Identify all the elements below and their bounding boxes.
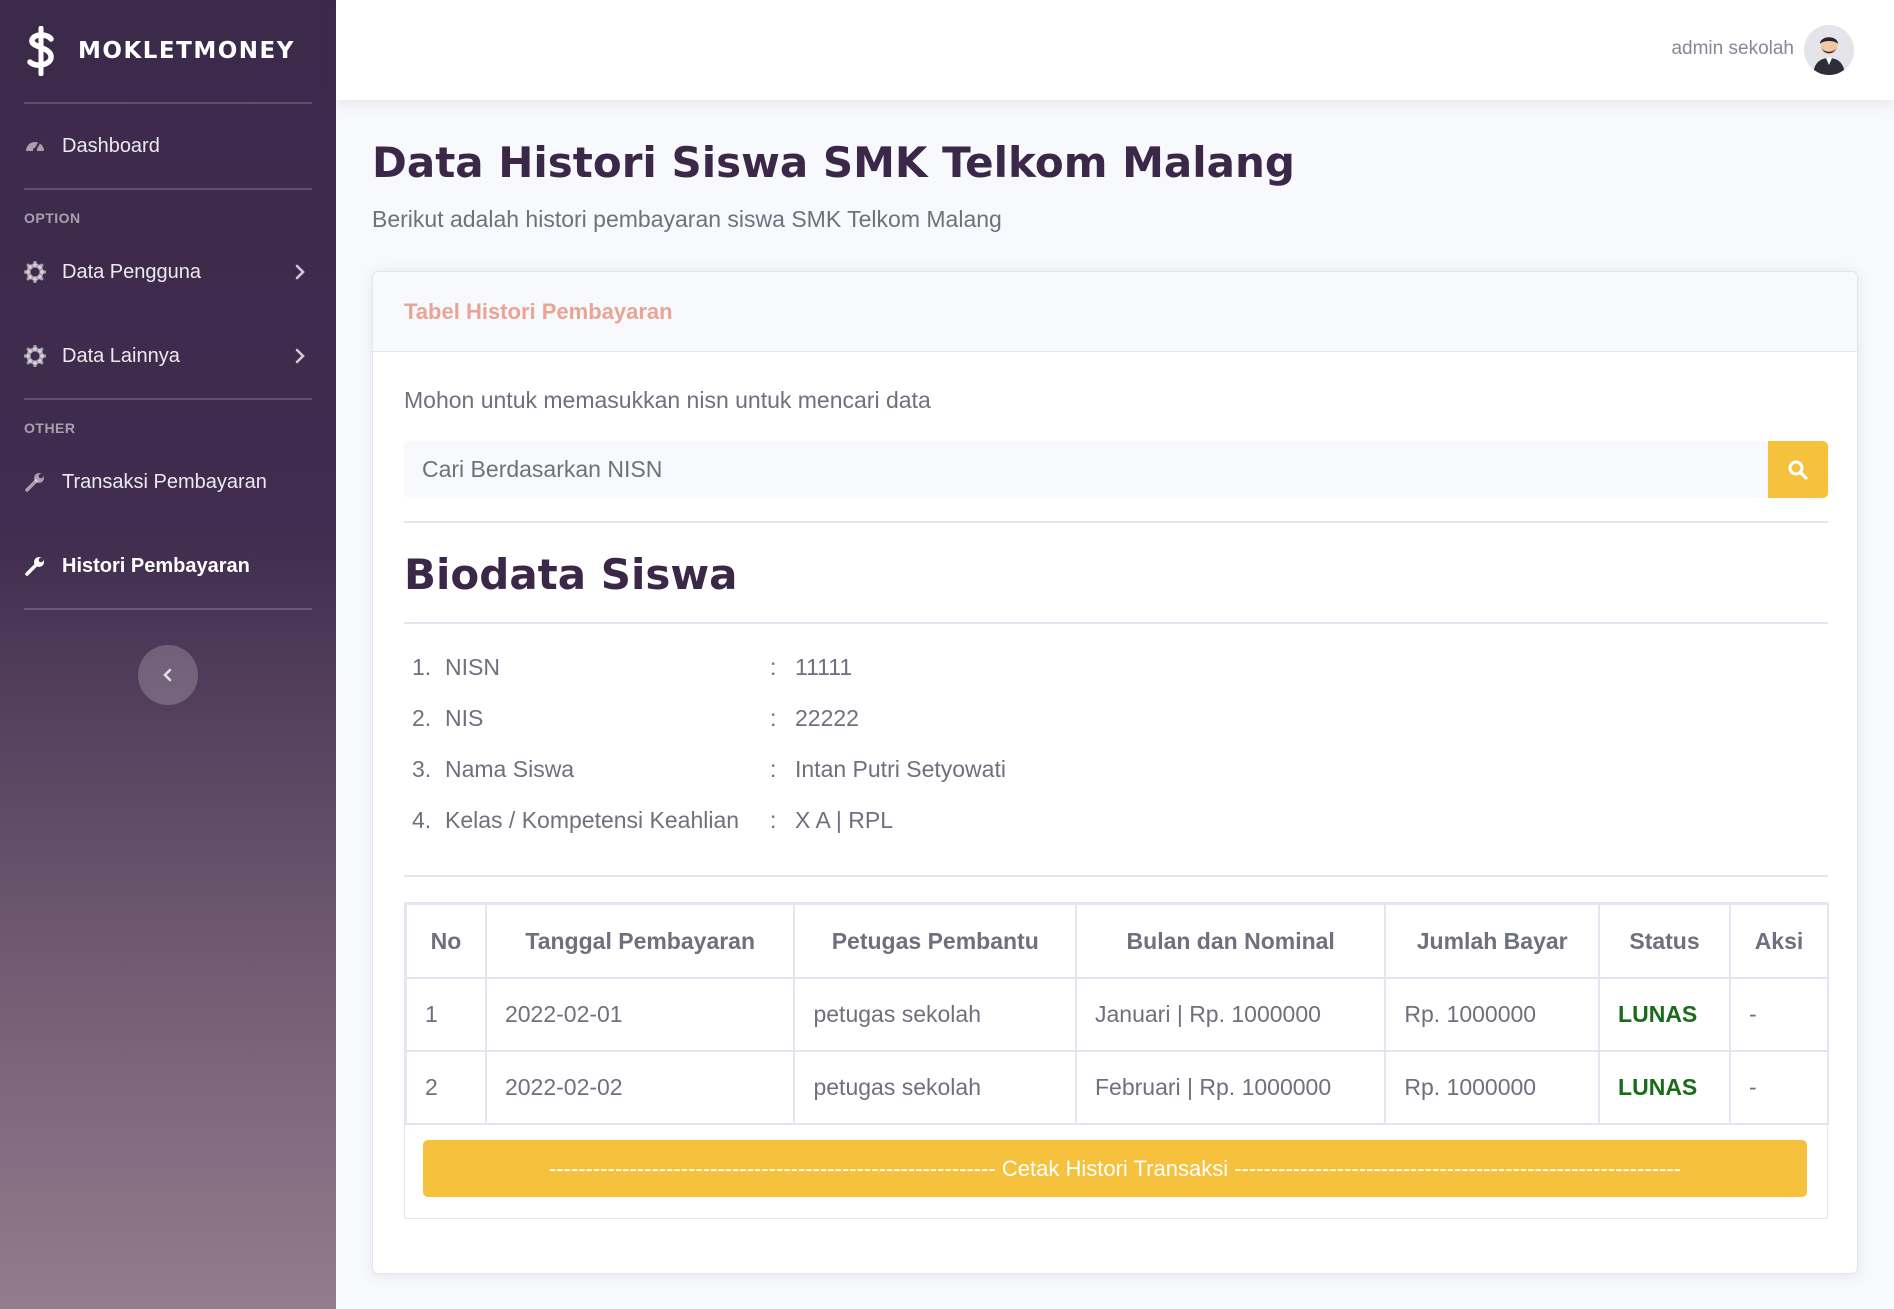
search-hint: Mohon untuk memasukkan nisn untuk mencar… — [404, 387, 931, 413]
biodata-value: Intan Putri Setyowati — [795, 756, 1006, 782]
sidebar-heading-other: OTHER — [24, 420, 76, 436]
cell-bulan-nominal: Februari | Rp. 1000000 — [1074, 1050, 1387, 1125]
biodata-value: 22222 — [795, 705, 859, 731]
cell-aksi: - — [1728, 1050, 1830, 1125]
biodata-label: Nama Siswa — [445, 756, 575, 782]
cog-icon — [24, 345, 46, 367]
column-header-tanggal: Tanggal Pembayaran — [484, 903, 796, 979]
chevron-left-icon — [163, 668, 172, 682]
divider — [404, 875, 1828, 877]
cell-tanggal: 2022-02-02 — [484, 1050, 796, 1125]
column-header-bulan: Bulan dan Nominal — [1074, 903, 1387, 979]
page-subtitle: Berikut adalah histori pembayaran siswa … — [372, 206, 1002, 232]
sidebar-item-data-lainnya[interactable]: Data Lainnya — [0, 314, 336, 398]
sidebar-item-transaksi-pembayaran[interactable]: Transaksi Pembayaran — [0, 440, 336, 524]
search-icon — [1788, 460, 1808, 480]
biodata-value: X A | RPL — [795, 807, 894, 833]
search-bar — [404, 441, 1828, 498]
section-title: Biodata Siswa — [404, 550, 738, 599]
cell-aksi: - — [1728, 977, 1830, 1052]
cell-no: 1 — [405, 977, 487, 1052]
wrench-icon — [25, 473, 44, 492]
chevron-right-icon — [295, 348, 305, 364]
divider — [404, 521, 1828, 523]
table-row: 2 2022-02-02 petugas sekolah Februari | … — [405, 1050, 1830, 1125]
tachometer-icon — [26, 141, 44, 152]
sidebar-item-dashboard[interactable]: Dashboard — [0, 104, 336, 188]
column-header-no: No — [405, 903, 487, 979]
divider — [404, 622, 1828, 624]
status-badge: LUNAS — [1598, 1050, 1731, 1125]
cog-icon — [24, 261, 46, 283]
biodata-number: 1. — [412, 654, 432, 680]
page-title: Data Histori Siswa SMK Telkom Malang — [372, 138, 1295, 187]
table-row: 1 2022-02-01 petugas sekolah Januari | R… — [405, 977, 1830, 1052]
topbar: admin sekolah — [336, 0, 1894, 100]
biodata-value: 11111 — [795, 654, 853, 680]
biodata-colon: : — [770, 654, 777, 680]
column-header-aksi: Aksi — [1728, 903, 1830, 979]
biodata-colon: : — [770, 756, 777, 782]
cell-bulan-nominal: Januari | Rp. 1000000 — [1074, 977, 1387, 1052]
chevron-right-icon — [295, 264, 305, 280]
column-header-petugas: Petugas Pembantu — [793, 903, 1077, 979]
sidebar-item-label: Data Lainnya — [62, 344, 180, 367]
sidebar-item-data-pengguna[interactable]: Data Pengguna — [0, 230, 336, 314]
sidebar-item-label: Transaksi Pembayaran — [62, 470, 267, 493]
history-card: Tabel Histori Pembayaran Mohon untuk mem… — [372, 271, 1858, 1274]
cell-jumlah: Rp. 1000000 — [1384, 1050, 1601, 1125]
biodata-row: 2. NIS : 22222 — [412, 705, 1212, 756]
biodata-list: 1. NISN : 11111 2. NIS : 22222 3. Nama S… — [412, 654, 1212, 858]
column-header-status: Status — [1598, 903, 1731, 979]
sidebar-item-histori-pembayaran[interactable]: Histori Pembayaran — [0, 524, 336, 608]
cell-jumlah: Rp. 1000000 — [1384, 977, 1601, 1052]
user-avatar-icon — [1804, 25, 1854, 75]
cell-petugas: petugas sekolah — [793, 1050, 1077, 1125]
biodata-row: 3. Nama Siswa : Intan Putri Setyowati — [412, 756, 1212, 807]
sidebar-divider — [24, 608, 312, 610]
sidebar-heading-option: OPTION — [24, 210, 81, 226]
sidebar-item-label: Histori Pembayaran — [62, 554, 250, 577]
sidebar: MOKLETMONEY Dashboard OPTION Data Penggu… — [0, 0, 336, 1309]
search-button[interactable] — [1768, 441, 1828, 498]
biodata-label: NIS — [445, 705, 484, 731]
sidebar-item-label: Data Pengguna — [62, 260, 202, 283]
wrench-icon — [25, 557, 44, 576]
biodata-row: 1. NISN : 11111 — [412, 654, 1212, 705]
card-title: Tabel Histori Pembayaran — [404, 298, 673, 324]
cell-tanggal: 2022-02-01 — [484, 977, 796, 1052]
history-table: No Tanggal Pembayaran Petugas Pembantu B… — [405, 903, 1830, 1125]
biodata-number: 4. — [412, 807, 432, 833]
avatar[interactable] — [1804, 25, 1854, 75]
table-header-row: No Tanggal Pembayaran Petugas Pembantu B… — [405, 903, 1830, 979]
dollar-icon — [27, 26, 54, 76]
sidebar-item-label: Dashboard — [62, 134, 160, 157]
print-history-button[interactable]: ----------------------------------------… — [423, 1140, 1807, 1197]
search-input[interactable] — [404, 441, 1768, 498]
cell-petugas: petugas sekolah — [793, 977, 1077, 1052]
biodata-colon: : — [770, 705, 777, 731]
status-badge: LUNAS — [1598, 977, 1731, 1052]
column-header-jumlah: Jumlah Bayar — [1384, 903, 1601, 979]
card-header: Tabel Histori Pembayaran — [373, 272, 1857, 352]
biodata-number: 2. — [412, 705, 432, 731]
brand-name: MOKLETMONEY — [78, 38, 295, 64]
biodata-colon: : — [770, 807, 777, 833]
biodata-number: 3. — [412, 756, 432, 782]
cell-no: 2 — [405, 1050, 487, 1125]
sidebar-toggle-button[interactable] — [138, 645, 198, 705]
user-name[interactable]: admin sekolah — [1671, 38, 1794, 60]
history-table-container: No Tanggal Pembayaran Petugas Pembantu B… — [404, 902, 1830, 1219]
brand[interactable]: MOKLETMONEY — [0, 0, 336, 102]
biodata-label: Kelas / Kompetensi Keahlian — [445, 807, 740, 833]
biodata-row: 4. Kelas / Kompetensi Keahlian : X A | R… — [412, 807, 1212, 858]
biodata-label: NISN — [445, 654, 500, 680]
